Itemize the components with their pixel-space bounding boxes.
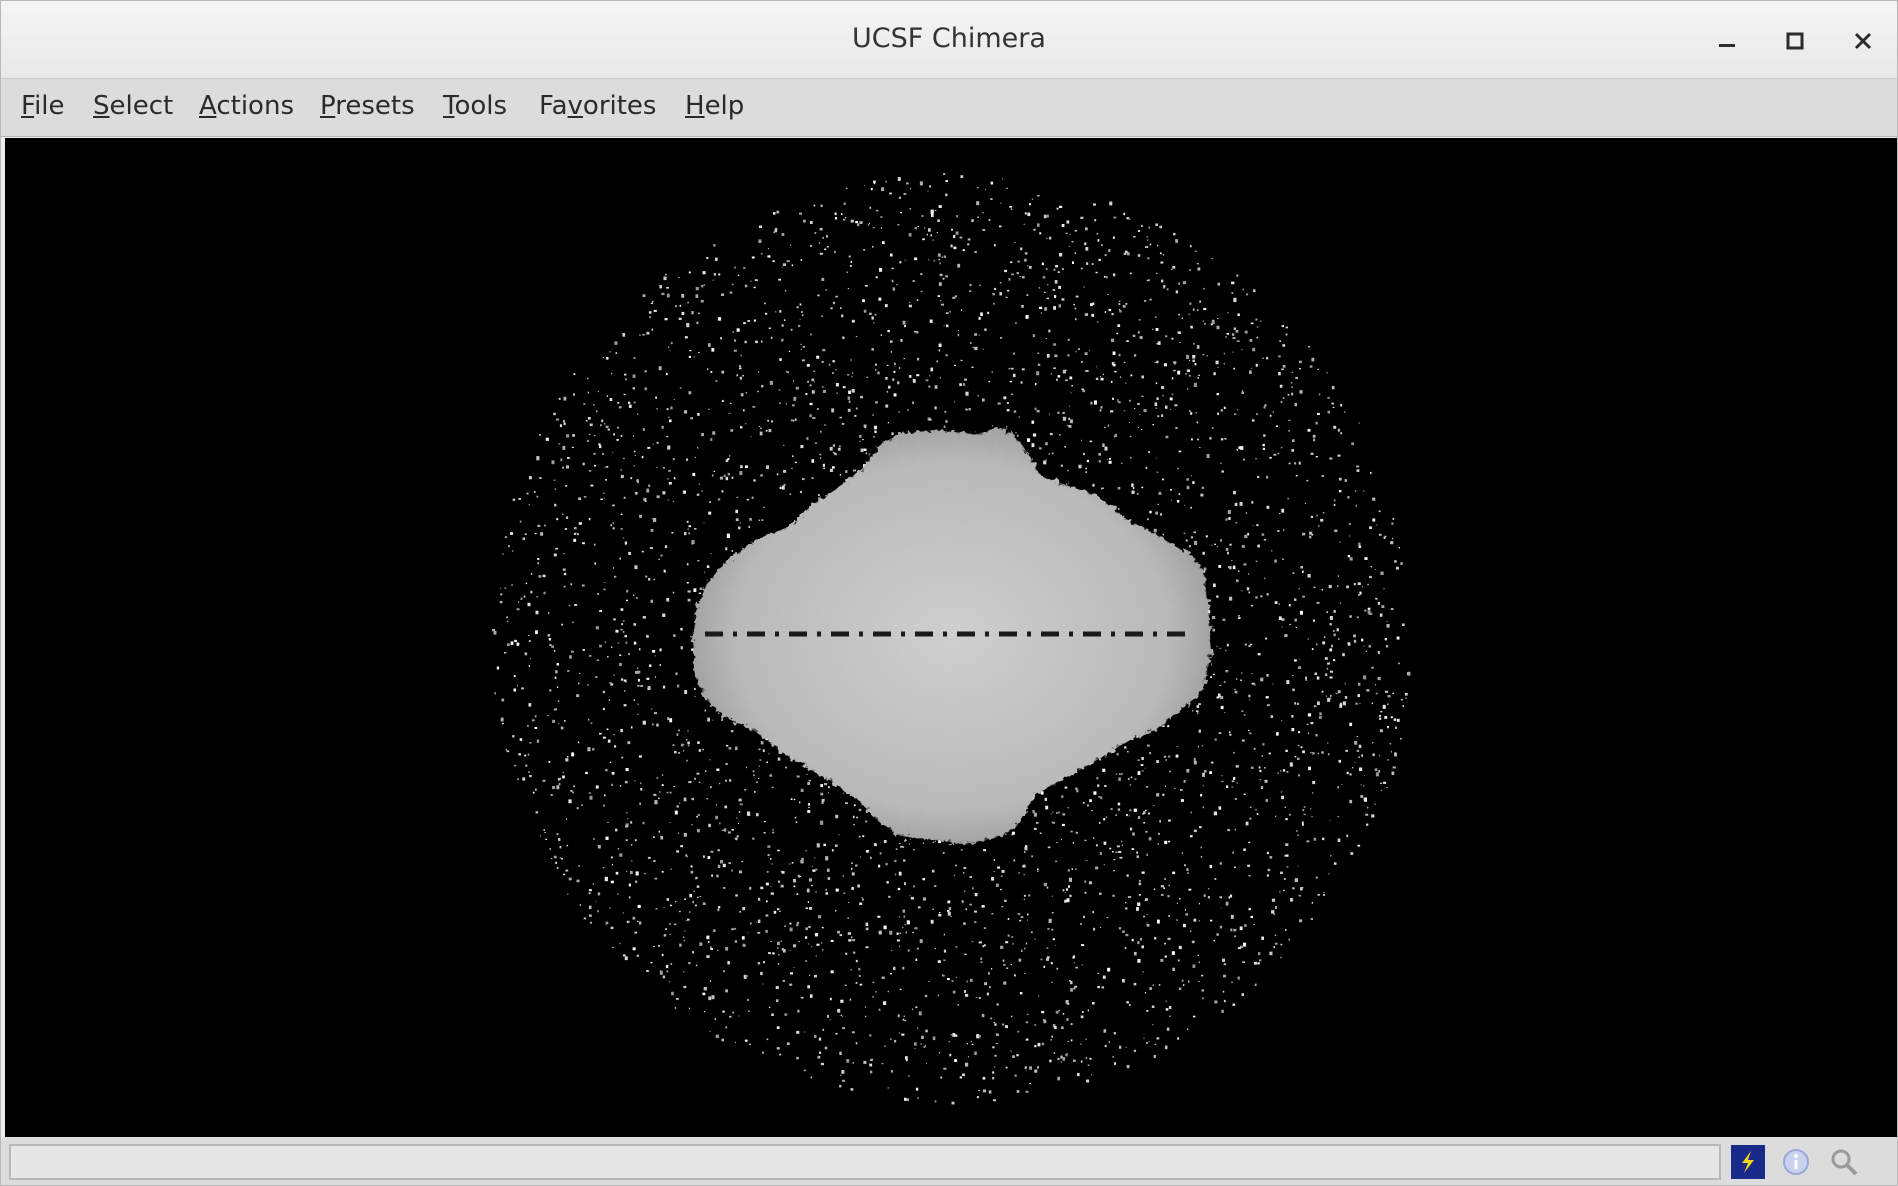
- status-message: [9, 1144, 1721, 1180]
- menu-tools-rest: ools: [454, 91, 508, 121]
- menu-actions-rest: ctions: [216, 91, 294, 121]
- minimize-button[interactable]: [1709, 23, 1745, 59]
- menu-help-rest: elp: [704, 91, 745, 121]
- menu-actions[interactable]: Actions: [199, 91, 294, 121]
- menu-favorites-pre: Fa: [539, 91, 568, 121]
- menu-favorites-rest: orites: [582, 91, 657, 121]
- menu-bar: File Select Actions Presets Tools Favori…: [1, 79, 1897, 137]
- menu-file[interactable]: File: [21, 91, 65, 121]
- menu-select-mnemonic: S: [93, 91, 110, 121]
- info-icon: [1783, 1149, 1809, 1175]
- command-line-button[interactable]: [1731, 1145, 1765, 1179]
- maximize-icon: [1786, 32, 1804, 50]
- menu-actions-mnemonic: A: [199, 91, 217, 121]
- info-button[interactable]: [1779, 1145, 1813, 1179]
- zoom-button[interactable]: [1827, 1145, 1861, 1179]
- menu-help-mnemonic: H: [685, 91, 705, 121]
- maximize-button[interactable]: [1777, 23, 1813, 59]
- close-icon: [1854, 32, 1872, 50]
- menu-file-mnemonic: F: [21, 91, 35, 121]
- menu-favorites[interactable]: Favorites: [539, 91, 656, 121]
- menu-tools[interactable]: Tools: [443, 91, 507, 121]
- title-bar[interactable]: UCSF Chimera: [1, 1, 1897, 79]
- menu-presets-rest: resets: [335, 91, 415, 121]
- menu-help[interactable]: Help: [685, 91, 744, 121]
- menu-presets[interactable]: Presets: [320, 91, 415, 121]
- minimize-icon: [1719, 44, 1735, 47]
- status-bar: [1, 1137, 1897, 1185]
- density-map-render: [492, 173, 1411, 1105]
- menu-presets-mnemonic: P: [320, 91, 336, 121]
- menu-select[interactable]: Select: [93, 91, 173, 121]
- menu-favorites-mnemonic: v: [567, 91, 583, 121]
- menu-select-rest: elect: [109, 91, 174, 121]
- menu-file-rest: ile: [34, 91, 65, 121]
- graphics-viewport[interactable]: [5, 138, 1897, 1137]
- window-title: UCSF Chimera: [852, 23, 1046, 54]
- close-button[interactable]: [1845, 23, 1881, 59]
- zoom-icon: [1831, 1149, 1858, 1176]
- command-line-icon: [1742, 1151, 1754, 1173]
- menu-tools-mnemonic: T: [443, 91, 455, 121]
- chimera-window: UCSF Chimera File Select Actions Presets…: [0, 0, 1898, 1186]
